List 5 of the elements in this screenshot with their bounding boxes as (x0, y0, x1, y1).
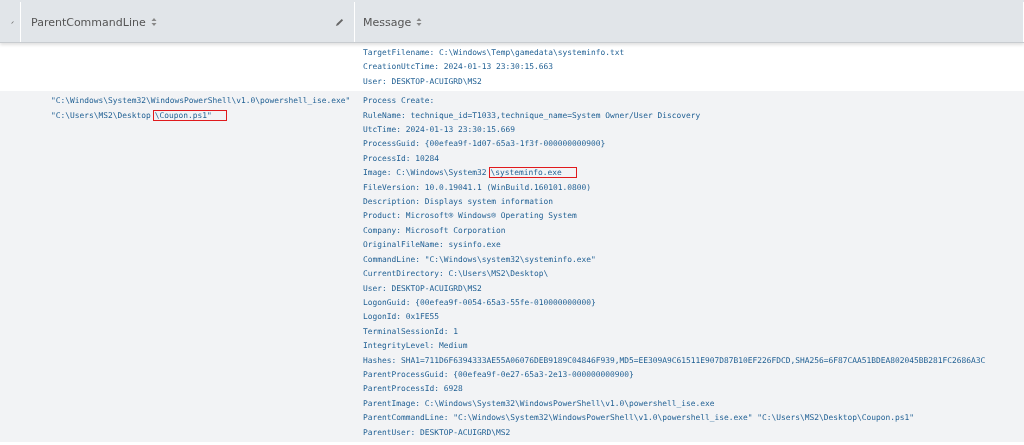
pencil-icon[interactable] (335, 17, 344, 27)
column-header[interactable]: Message (363, 15, 412, 29)
column-header[interactable]: ParentCommandLine (31, 15, 146, 29)
sort-icon[interactable] (416, 17, 423, 27)
sort-icon[interactable] (150, 17, 157, 27)
